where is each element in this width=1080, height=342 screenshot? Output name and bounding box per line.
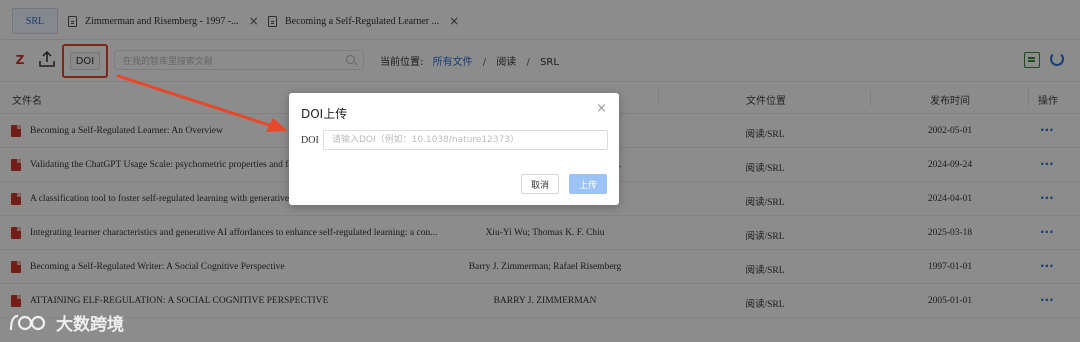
app-window: SRL Zimmerman and Risemberg - 1997 -... …	[0, 0, 1080, 342]
doi-input-placeholder: 请输入DOI（例如：10.1038/nature12373）	[332, 135, 520, 145]
close-icon[interactable]: ×	[596, 101, 607, 116]
watermark-icon	[9, 314, 46, 330]
watermark-text: 大数跨境	[56, 315, 124, 335]
doi-upload-dialog: DOI上传 × DOI 请输入DOI（例如：10.1038/nature1237…	[289, 93, 619, 205]
doi-field-label: DOI	[301, 135, 319, 146]
doi-input[interactable]: 请输入DOI（例如：10.1038/nature12373）	[323, 130, 608, 150]
cancel-button[interactable]: 取消	[521, 174, 559, 194]
upload-button[interactable]: 上传	[569, 174, 607, 194]
dialog-title: DOI上传	[301, 107, 348, 121]
watermark-logo: 大数跨境	[8, 310, 124, 335]
